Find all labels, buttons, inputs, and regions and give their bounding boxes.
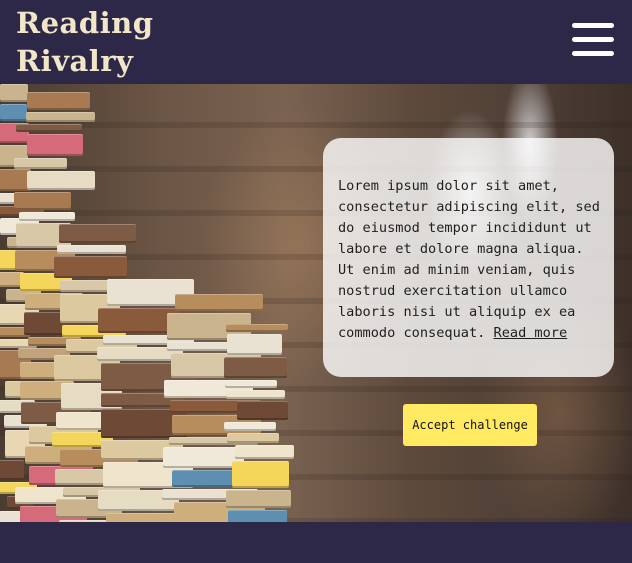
menu-bar bbox=[572, 23, 614, 28]
site-header: Reading Rivalry bbox=[0, 0, 632, 84]
read-more-link[interactable]: Read more bbox=[494, 325, 568, 341]
logo-line-2: Rivalry bbox=[16, 44, 134, 78]
site-logo[interactable]: Reading Rivalry bbox=[16, 4, 154, 80]
accept-challenge-button[interactable]: Accept challenge bbox=[403, 404, 537, 446]
menu-bar bbox=[572, 51, 614, 56]
book-spine bbox=[16, 124, 82, 132]
book-spine bbox=[27, 171, 95, 190]
book-spine bbox=[175, 294, 263, 311]
book-spine bbox=[226, 324, 288, 332]
hamburger-menu-icon[interactable] bbox=[572, 22, 614, 58]
book-spine bbox=[226, 490, 291, 508]
book-spine bbox=[235, 445, 294, 459]
book-spine bbox=[227, 334, 282, 355]
book-spine bbox=[54, 256, 127, 278]
book-spine bbox=[26, 112, 95, 122]
book-spine bbox=[226, 390, 285, 399]
site-footer bbox=[0, 522, 632, 563]
book-spine bbox=[57, 245, 126, 254]
book-spine bbox=[19, 212, 75, 221]
book-spine bbox=[0, 460, 24, 480]
book-spine bbox=[0, 84, 28, 102]
book-spine bbox=[27, 134, 83, 156]
menu-bar bbox=[572, 37, 614, 42]
book-spine bbox=[14, 192, 71, 210]
logo-line-1: Reading bbox=[16, 6, 154, 40]
book-spine bbox=[27, 92, 90, 110]
book-spine bbox=[225, 380, 277, 388]
book-spine bbox=[227, 433, 279, 443]
hero-image: Lorem ipsum dolor sit amet, consectetur … bbox=[0, 84, 632, 522]
intro-card: Lorem ipsum dolor sit amet, consectetur … bbox=[323, 138, 614, 377]
book-spine bbox=[232, 461, 289, 488]
book-spine bbox=[14, 158, 67, 169]
intro-body: Lorem ipsum dolor sit amet, consectetur … bbox=[338, 178, 600, 341]
book-spine bbox=[237, 401, 288, 420]
book-spine bbox=[0, 104, 27, 121]
book-spine bbox=[224, 357, 287, 378]
page: Reading Rivalry Lorem ipsum dolor sit am… bbox=[0, 0, 632, 563]
intro-text: Lorem ipsum dolor sit amet, consectetur … bbox=[338, 176, 600, 344]
book-spine bbox=[224, 422, 276, 431]
book-spine bbox=[228, 510, 287, 522]
book-spine bbox=[59, 224, 136, 243]
